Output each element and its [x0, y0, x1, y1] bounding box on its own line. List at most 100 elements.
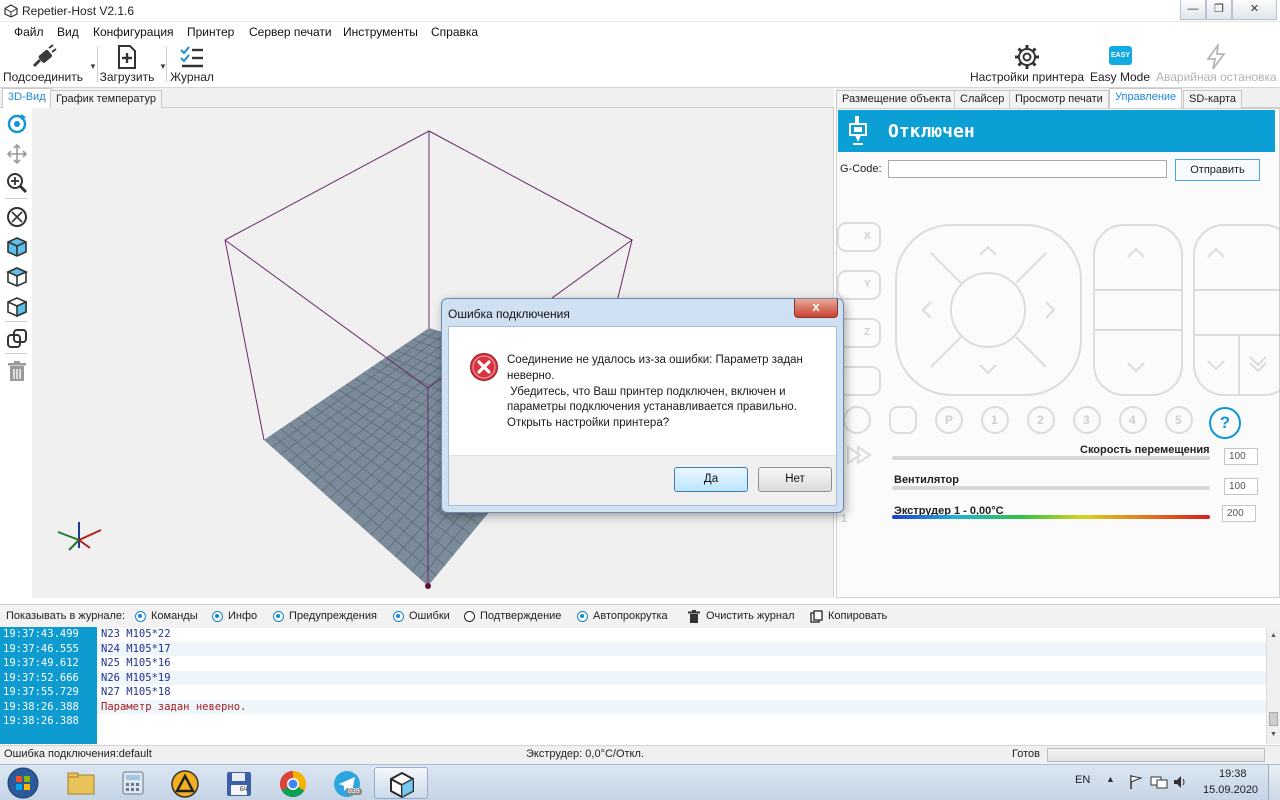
- taskbar-calculator[interactable]: [106, 767, 160, 799]
- speed-value[interactable]: 100: [1224, 448, 1258, 465]
- help-button[interactable]: ?: [1209, 407, 1241, 439]
- log-panel[interactable]: 19:37:43.499 N23 M105*22 19:37:46.555 N24 …: [0, 627, 1280, 744]
- preset-4-label[interactable]: 4: [1129, 413, 1136, 427]
- connect-dropdown-icon[interactable]: ▼: [89, 62, 97, 71]
- connect-button[interactable]: Подсоединить: [2, 42, 84, 86]
- copy-objects-icon[interactable]: [6, 328, 28, 350]
- tray-expand-icon[interactable]: ▲: [1106, 774, 1115, 784]
- copy-log-button[interactable]: Копировать: [828, 610, 887, 622]
- speed-slider[interactable]: [892, 456, 1210, 460]
- log-label: Журнал: [170, 70, 214, 84]
- menu-printer[interactable]: Принтер: [187, 25, 234, 39]
- maximize-button[interactable]: ❐: [1206, 0, 1232, 20]
- log-commands-toggle[interactable]: [135, 611, 146, 622]
- menu-tools[interactable]: Инструменты: [343, 25, 418, 39]
- taskbar-telegram[interactable]: 839: [320, 767, 374, 799]
- flag-icon[interactable]: [1128, 774, 1144, 790]
- extruder-temp-value[interactable]: 200: [1222, 505, 1256, 522]
- clock-time[interactable]: 19:38: [1219, 768, 1247, 780]
- load-button[interactable]: Загрузить: [98, 42, 156, 86]
- preset-p-label[interactable]: P: [945, 413, 953, 427]
- tab-sd-card[interactable]: SD-карта: [1183, 90, 1243, 108]
- log-time-column-fill: [0, 729, 97, 744]
- log-warnings-toggle[interactable]: [273, 611, 284, 622]
- preset-1-label[interactable]: 1: [991, 413, 998, 427]
- start-button[interactable]: [6, 766, 40, 800]
- extruder-status: Экструдер: 0,0°C/Откл.: [526, 748, 644, 760]
- tab-print-preview[interactable]: Просмотр печати: [1009, 90, 1109, 108]
- minimize-button[interactable]: —: [1180, 0, 1206, 20]
- trash-icon[interactable]: [6, 360, 28, 382]
- menu-view[interactable]: Вид: [57, 25, 79, 39]
- trash-icon[interactable]: [688, 610, 700, 623]
- log-button[interactable]: Журнал: [168, 42, 216, 86]
- tab-temperature-chart[interactable]: График температур: [50, 90, 162, 108]
- extruder-temp-slider[interactable]: [892, 515, 1210, 519]
- log-autoscroll-label[interactable]: Автопрокрутка: [593, 610, 668, 622]
- fit-view-icon[interactable]: [6, 206, 28, 228]
- log-ack-label[interactable]: Подтверждение: [480, 610, 561, 622]
- rotate-view-icon[interactable]: [6, 113, 28, 135]
- menu-config[interactable]: Конфигурация: [93, 25, 174, 39]
- network-icon[interactable]: [1150, 774, 1168, 790]
- extruder-index: 1: [841, 513, 848, 525]
- yes-button[interactable]: Да: [674, 467, 748, 492]
- fan-value[interactable]: 100: [1224, 478, 1258, 495]
- no-button[interactable]: Нет: [758, 467, 832, 492]
- printer-settings-button[interactable]: Настройки принтера: [970, 42, 1084, 86]
- taskbar-explorer[interactable]: [54, 767, 108, 799]
- preset-5-label[interactable]: 5: [1175, 413, 1182, 427]
- menu-print-server[interactable]: Сервер печати: [249, 25, 332, 39]
- easy-mode-button[interactable]: EASY Easy Mode: [1090, 42, 1150, 86]
- progress-bar: [1047, 748, 1265, 762]
- log-commands-label[interactable]: Команды: [151, 610, 198, 622]
- side-view-cube-icon[interactable]: [6, 296, 28, 318]
- taskbar-save-app[interactable]: БЧ: [212, 767, 266, 799]
- log-warnings-label[interactable]: Предупреждения: [289, 610, 377, 622]
- tab-3d-view[interactable]: 3D-Вид: [2, 88, 52, 108]
- clear-log-button[interactable]: Очистить журнал: [706, 610, 795, 622]
- taskbar-chrome[interactable]: [266, 767, 320, 799]
- log-scrollbar[interactable]: ▲ ▼: [1266, 628, 1280, 744]
- tab-slicer[interactable]: Слайсер: [954, 90, 1011, 108]
- tab-object-placement[interactable]: Размещение объекта: [836, 90, 958, 108]
- emergency-stop-button[interactable]: Аварийная остановка: [1156, 42, 1277, 86]
- log-errors-label[interactable]: Ошибки: [409, 610, 450, 622]
- preset-2-label[interactable]: 2: [1037, 413, 1044, 427]
- scroll-up-icon[interactable]: ▲: [1270, 632, 1277, 639]
- preset-3-label[interactable]: 3: [1083, 413, 1090, 427]
- lightning-icon: [1206, 44, 1226, 70]
- log-ack-toggle[interactable]: [464, 611, 475, 622]
- toolbar: Подсоединить ▼ Загрузить ▼ Журнал Настро…: [0, 42, 1280, 88]
- home-y-label: Y: [864, 279, 871, 290]
- clock-date[interactable]: 15.09.2020: [1203, 784, 1258, 796]
- log-info-toggle[interactable]: [212, 611, 223, 622]
- zoom-icon[interactable]: [6, 172, 28, 194]
- menu-bar: Файл Вид Конфигурация Принтер Сервер печ…: [0, 22, 1280, 42]
- repetier-logo-icon: [4, 4, 18, 18]
- front-view-cube-icon[interactable]: [6, 236, 28, 258]
- show-desktop-button[interactable]: [1268, 765, 1280, 800]
- language-indicator[interactable]: EN: [1075, 774, 1090, 786]
- gcode-input[interactable]: [888, 160, 1167, 178]
- menu-file[interactable]: Файл: [14, 25, 44, 39]
- log-errors-toggle[interactable]: [393, 611, 404, 622]
- fan-slider[interactable]: [892, 486, 1210, 490]
- move-view-icon[interactable]: [6, 143, 28, 165]
- printer-status-header: Отключен: [838, 110, 1275, 152]
- taskbar-archicad[interactable]: [158, 767, 212, 799]
- log-info-label[interactable]: Инфо: [228, 610, 257, 622]
- scroll-down-icon[interactable]: ▼: [1270, 731, 1277, 738]
- log-message: N24 M105*17: [101, 642, 171, 655]
- dialog-close-button[interactable]: x: [794, 299, 838, 318]
- top-view-cube-icon[interactable]: [6, 266, 28, 288]
- copy-icon[interactable]: [810, 610, 823, 623]
- log-autoscroll-toggle[interactable]: [577, 611, 588, 622]
- close-button[interactable]: ✕: [1232, 0, 1277, 20]
- taskbar-repetier[interactable]: [374, 767, 428, 799]
- scroll-thumb[interactable]: [1269, 712, 1278, 726]
- tab-control[interactable]: Управление: [1109, 88, 1183, 108]
- volume-icon[interactable]: [1172, 774, 1188, 790]
- menu-help[interactable]: Справка: [431, 25, 478, 39]
- send-gcode-button[interactable]: Отправить: [1175, 159, 1260, 181]
